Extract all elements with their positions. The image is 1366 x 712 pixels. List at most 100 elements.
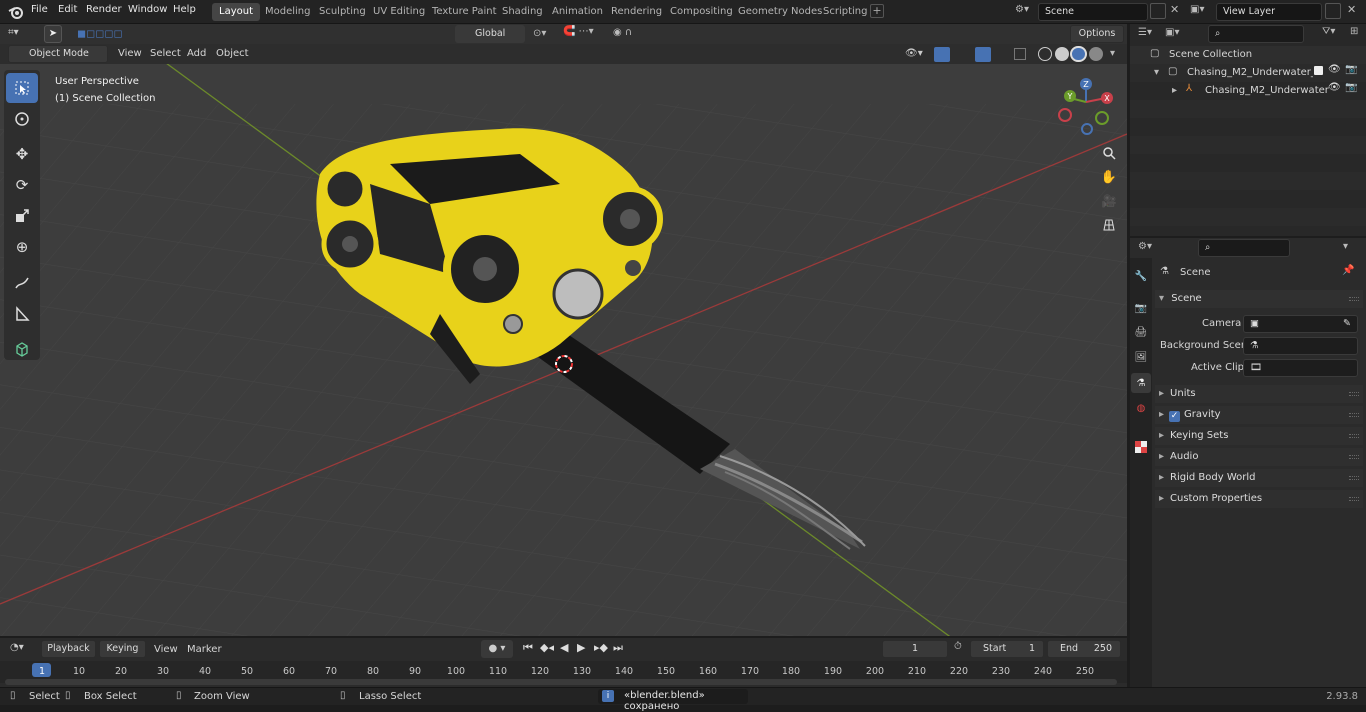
remove-view-layer-icon[interactable]: ✕ <box>1347 3 1356 16</box>
render-tab-icon[interactable]: 📷 <box>1131 298 1151 318</box>
prev-keyframe-icon[interactable]: ◆◂ <box>540 641 554 654</box>
custom-properties-panel-header[interactable]: ▸ Custom Properties <box>1155 490 1363 508</box>
timeline-editor-icon[interactable]: ◔▾ <box>10 642 24 653</box>
start-frame-field[interactable]: Start 1 <box>970 640 1044 658</box>
wireframe-shading-icon[interactable] <box>1038 47 1052 61</box>
pan-hand-icon[interactable]: ✋ <box>1098 166 1120 188</box>
units-panel-header[interactable]: ▸ Units <box>1155 385 1363 403</box>
options-button[interactable]: Options <box>1070 25 1124 43</box>
transform-orientation-dropdown[interactable]: Global <box>455 25 525 43</box>
world-tab-icon[interactable]: ◍ <box>1131 398 1151 418</box>
view-layer-selector[interactable]: View Layer <box>1216 3 1322 21</box>
tab-sculpting[interactable]: Sculpting <box>312 3 373 21</box>
new-scene-icon[interactable] <box>1150 3 1166 19</box>
active-clip-field[interactable]: 🎞 <box>1243 359 1358 377</box>
visibility-icon[interactable]: 👁▾ <box>905 48 923 59</box>
zoom-view-icon[interactable] <box>1098 142 1120 164</box>
view-layer-tab-icon[interactable]: 🖼 <box>1131 347 1151 367</box>
new-view-layer-icon[interactable] <box>1325 3 1341 19</box>
overlay-toggle-icon[interactable] <box>975 47 991 62</box>
scale-tool-icon[interactable] <box>6 201 38 231</box>
stopwatch-icon[interactable]: ⏱ <box>954 641 962 652</box>
snap-icon[interactable]: 🧲 ⋯▾ <box>563 26 594 37</box>
transform-tool-icon[interactable]: ⊕ <box>6 232 38 262</box>
panel-grip-icon[interactable] <box>1349 476 1359 480</box>
pin-icon[interactable]: 📌 <box>1342 265 1354 276</box>
menu-view[interactable]: View <box>118 48 142 59</box>
outliner-item-object[interactable]: Chasing_M2_Underwater <box>1205 85 1329 96</box>
status-report-box[interactable]: i «blender.blend» сохранено <box>598 689 748 712</box>
3d-viewport[interactable]: User Perspective (1) Scene Collection Z … <box>0 44 1127 636</box>
editor-type-icon[interactable]: ⌗▾ <box>8 27 19 38</box>
timeline-scrollbar[interactable] <box>5 679 1117 685</box>
display-mode-icon[interactable]: ▣▾ <box>1165 27 1179 38</box>
panel-grip-icon[interactable] <box>1349 497 1359 501</box>
play-reverse-icon[interactable]: ◀ <box>560 641 568 654</box>
tab-compositing[interactable]: Compositing <box>663 3 740 21</box>
tab-uv-editing[interactable]: UV Editing <box>366 3 432 21</box>
proportional-edit-icon[interactable]: ◉ ∩ <box>613 27 632 38</box>
material-shading-icon[interactable] <box>1070 46 1087 62</box>
select-mode-icons[interactable]: ◼◻◻◻◻ <box>77 27 123 40</box>
gizmo-toggle-icon[interactable] <box>934 47 950 62</box>
cursor-tool-icon[interactable] <box>6 104 38 134</box>
filter-icon[interactable]: ⛛▾ <box>1322 26 1335 37</box>
scene-icon[interactable]: ⚙▾ <box>1015 4 1029 15</box>
select-box-tool-icon[interactable] <box>6 73 38 103</box>
tab-shading[interactable]: Shading <box>495 3 550 21</box>
properties-options-icon[interactable]: ▾ <box>1343 241 1348 252</box>
scene-collection-label[interactable]: Scene Collection <box>1169 49 1252 60</box>
gravity-checkbox[interactable]: ✓ <box>1169 411 1181 422</box>
panel-grip-icon[interactable] <box>1349 392 1359 396</box>
audio-panel-header[interactable]: ▸ Audio <box>1155 448 1363 466</box>
rotate-tool-icon[interactable]: ⟳ <box>6 170 38 200</box>
exclude-checkbox[interactable] <box>1314 66 1323 75</box>
playback-dropdown[interactable]: Playback <box>41 640 96 658</box>
add-cube-tool-icon[interactable] <box>6 334 38 364</box>
object-mode-dropdown[interactable]: Object Mode <box>8 45 108 63</box>
gravity-panel-header[interactable]: ▸ ✓ Gravity <box>1155 406 1363 424</box>
eyedropper-icon[interactable]: ✎ <box>1343 316 1351 332</box>
next-keyframe-icon[interactable]: ▸◆ <box>594 641 608 654</box>
outliner-editor-icon[interactable]: ☰▾ <box>1138 27 1152 38</box>
camera-field[interactable]: ▣ ✎ <box>1243 315 1358 333</box>
properties-editor-icon[interactable]: ⚙▾ <box>1138 241 1152 252</box>
tab-modeling[interactable]: Modeling <box>258 3 318 21</box>
end-frame-field[interactable]: End 250 <box>1047 640 1121 658</box>
jump-start-icon[interactable]: ⏮ <box>523 641 533 655</box>
blender-logo-icon[interactable] <box>8 4 24 23</box>
panel-grip-icon[interactable] <box>1349 413 1359 417</box>
keying-sets-panel-header[interactable]: ▸ Keying Sets <box>1155 427 1363 445</box>
menu-select[interactable]: Select <box>150 48 181 59</box>
view-layer-icon[interactable]: ▣▾ <box>1190 4 1204 15</box>
tab-rendering[interactable]: Rendering <box>604 3 669 21</box>
expand-arrow-icon[interactable]: ▾ <box>1154 67 1159 78</box>
jump-end-icon[interactable]: ⏭ <box>613 641 623 655</box>
navigation-gizmo[interactable]: Z X Y <box>1052 72 1122 142</box>
menu-window[interactable]: Window <box>128 4 167 15</box>
record-keyframe-button[interactable]: ● ▾ <box>481 640 513 658</box>
move-tool-icon[interactable]: ✥ <box>6 139 38 169</box>
play-icon[interactable]: ▶ <box>577 641 585 654</box>
current-frame-field[interactable]: 1 <box>882 640 948 658</box>
output-tab-icon[interactable]: 🖨 <box>1131 322 1151 342</box>
background-scene-field[interactable]: ⚗ <box>1243 337 1358 355</box>
menu-file[interactable]: File <box>31 4 48 15</box>
eye-icon[interactable]: 👁 <box>1328 82 1341 93</box>
tab-scripting[interactable]: Scripting <box>816 3 874 21</box>
rigid-body-world-panel-header[interactable]: ▸ Rigid Body World <box>1155 469 1363 487</box>
panel-grip-icon[interactable] <box>1349 455 1359 459</box>
perspective-grid-icon[interactable] <box>1098 214 1120 236</box>
outliner-item-collection[interactable]: Chasing_M2_Underwater_Dro <box>1187 67 1313 78</box>
menu-object[interactable]: Object <box>216 48 249 59</box>
timeline-menu-marker[interactable]: Marker <box>187 644 222 655</box>
panel-grip-icon[interactable] <box>1349 434 1359 438</box>
outliner-search-input[interactable]: ⌕ <box>1208 25 1304 43</box>
solid-shading-icon[interactable] <box>1055 47 1069 61</box>
texture-tab-icon[interactable] <box>1131 437 1151 457</box>
properties-search-input[interactable]: ⌕ <box>1198 239 1290 257</box>
menu-add[interactable]: Add <box>187 48 206 59</box>
scene-selector[interactable]: Scene <box>1038 3 1148 21</box>
pivot-point-icon[interactable]: ⊙▾ <box>533 28 546 39</box>
render-camera-icon[interactable]: 📷 <box>1345 82 1357 93</box>
